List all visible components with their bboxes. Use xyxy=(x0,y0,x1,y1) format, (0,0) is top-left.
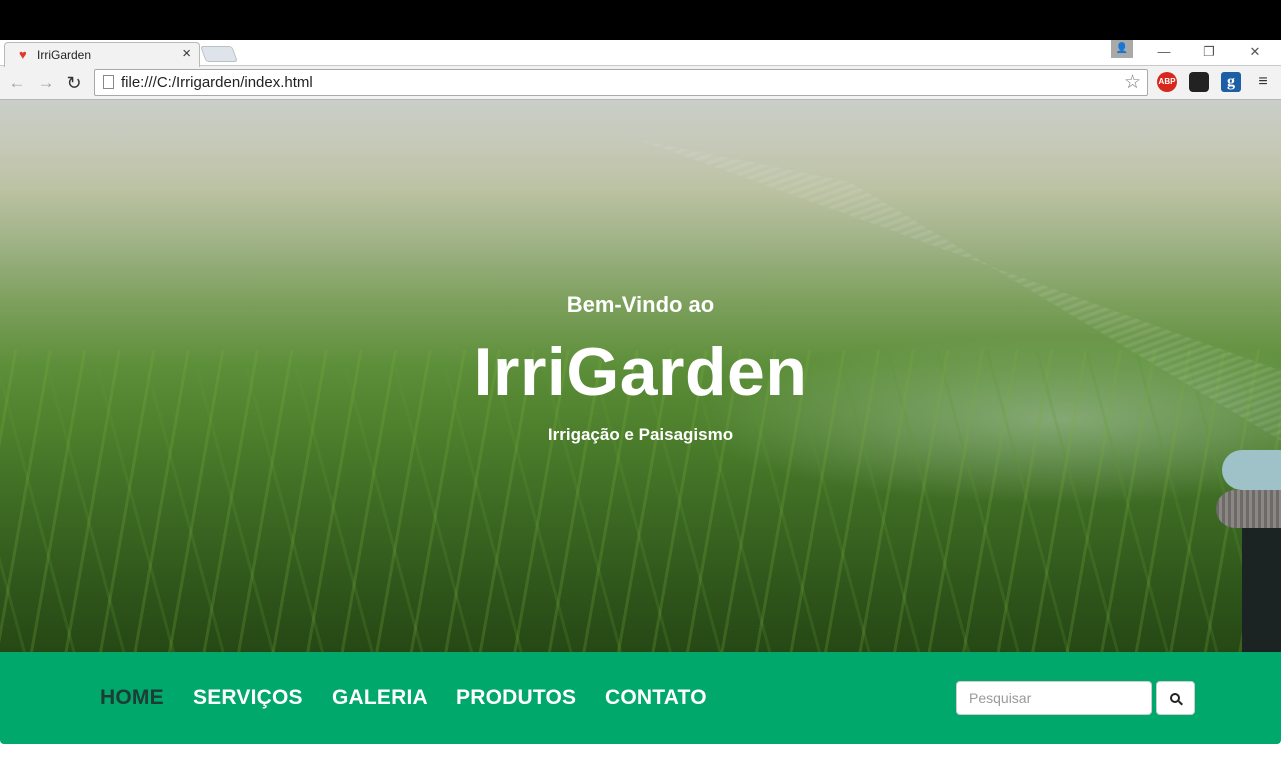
hero-banner: Bem-Vindo ao IrriGarden Irrigação e Pais… xyxy=(0,100,1281,652)
back-icon[interactable]: ← xyxy=(7,73,27,93)
restore-button[interactable]: ❐ xyxy=(1194,42,1224,62)
heart-icon: ♥ xyxy=(19,47,27,62)
search-button[interactable] xyxy=(1156,681,1195,715)
page-content-start xyxy=(0,744,1281,759)
minimize-button[interactable]: — xyxy=(1149,42,1179,62)
bookmark-star-icon[interactable]: ☆ xyxy=(1124,71,1141,94)
hero-welcome: Bem-Vindo ao xyxy=(566,292,715,317)
nav-galeria[interactable]: GALERIA xyxy=(332,686,428,710)
url-text[interactable]: file:///C:/Irrigarden/index.html xyxy=(121,74,313,91)
hero-brand-title: IrriGarden xyxy=(473,334,808,410)
browser-tab[interactable]: ♥ IrriGarden × xyxy=(4,42,200,67)
tab-title: IrriGarden xyxy=(37,48,92,62)
screen-top-bar xyxy=(0,0,1281,40)
ghostery-icon[interactable] xyxy=(1189,72,1209,92)
hero-tagline: Irrigação e Paisagismo xyxy=(547,425,734,444)
main-navbar: HOME SERVIÇOS GALERIA PRODUTOS CONTATO xyxy=(0,652,1281,744)
page-viewport: Bem-Vindo ao IrriGarden Irrigação e Pais… xyxy=(0,100,1281,759)
nav-servicos[interactable]: SERVIÇOS xyxy=(193,686,303,710)
forward-icon[interactable]: → xyxy=(36,73,56,93)
browser-toolbar: ← → ↻ file:///C:/Irrigarden/index.html ☆… xyxy=(0,67,1281,100)
google-translate-icon[interactable]: g xyxy=(1221,72,1241,92)
close-window-button[interactable]: ✕ xyxy=(1240,42,1270,62)
close-tab-icon[interactable]: × xyxy=(182,45,191,62)
hero-text: Bem-Vindo ao IrriGarden Irrigação e Pais… xyxy=(0,100,1281,652)
nav-contato[interactable]: CONTATO xyxy=(605,686,707,710)
browser-chrome: ♥ IrriGarden × 👤 — ❐ ✕ ← → ↻ file:///C:/… xyxy=(0,40,1281,100)
search-input[interactable] xyxy=(956,681,1152,715)
page-icon xyxy=(103,75,114,89)
address-bar[interactable]: file:///C:/Irrigarden/index.html ☆ xyxy=(94,69,1148,96)
new-tab-button[interactable] xyxy=(200,46,238,62)
adblock-plus-icon[interactable]: ABP xyxy=(1157,72,1177,92)
tab-strip: ♥ IrriGarden × 👤 — ❐ ✕ xyxy=(0,40,1281,67)
menu-icon[interactable]: ≡ xyxy=(1254,73,1272,91)
reload-icon[interactable]: ↻ xyxy=(64,73,84,93)
nav-produtos[interactable]: PRODUTOS xyxy=(456,686,576,710)
nav-home[interactable]: HOME xyxy=(100,686,164,710)
profile-icon[interactable]: 👤 xyxy=(1111,40,1133,58)
